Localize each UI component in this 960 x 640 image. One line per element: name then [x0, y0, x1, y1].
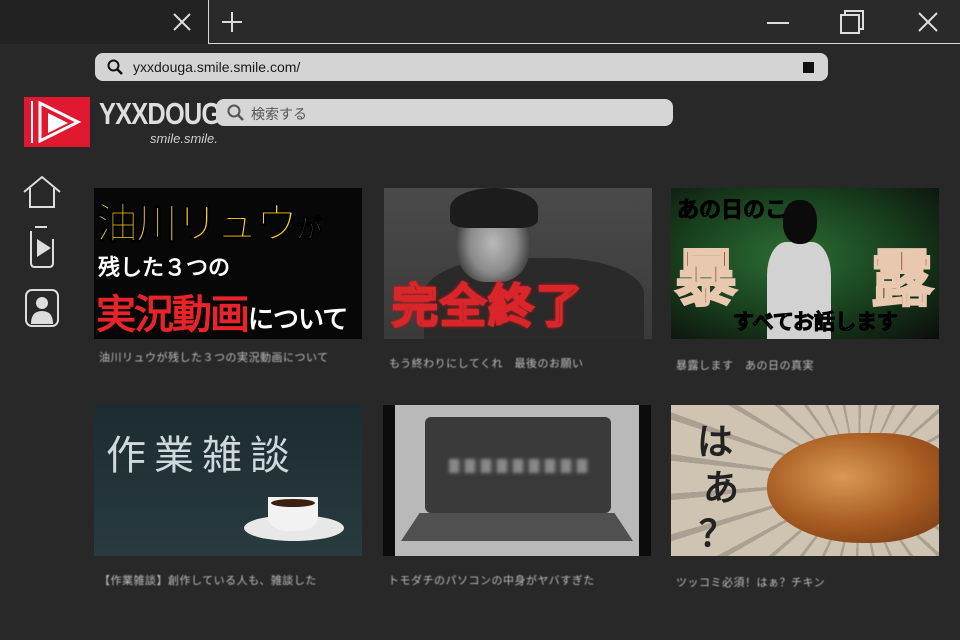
sidebar-clip-button[interactable] — [22, 226, 62, 268]
video-thumbnail[interactable]: 作業雑談 — [94, 405, 362, 556]
video-thumbnail[interactable] — [383, 405, 651, 556]
search-icon — [227, 104, 244, 121]
video-title[interactable]: トモダチのパソコンの中身がヤバすぎた — [383, 572, 651, 588]
plus-icon — [222, 12, 242, 32]
video-card[interactable]: 油川リュウが 残した３つの 実況動画について 油川リュウが残した３つの実況動画に… — [94, 188, 362, 365]
address-bar[interactable]: yxxdouga.smile.smile.com/ — [95, 53, 828, 81]
tab-divider — [209, 43, 960, 44]
video-title[interactable]: もう終わりにしてくれ 最後のお願い — [384, 355, 652, 371]
video-title[interactable]: 暴露します あの日の真実 — [671, 357, 939, 373]
restore-button[interactable] — [830, 0, 874, 44]
url-text[interactable]: yxxdouga.smile.smile.com/ — [133, 59, 300, 75]
user-icon — [25, 289, 59, 327]
sidebar-home-button[interactable] — [22, 172, 62, 212]
active-tab[interactable] — [0, 0, 209, 44]
close-window-button[interactable] — [906, 0, 950, 44]
video-title[interactable]: 【作業雑談】創作している人も、雑談した — [94, 572, 362, 588]
minimize-icon — [767, 22, 789, 24]
video-title[interactable]: ツッコミ必須！はぁ？チキン — [671, 574, 939, 590]
close-icon — [173, 13, 191, 31]
close-icon — [918, 12, 938, 32]
video-thumbnail[interactable]: は あ ？ — [671, 405, 939, 556]
video-card[interactable]: 完全終了 もう終わりにしてくれ 最後のお願い — [384, 188, 652, 371]
site-brand-sub: smile.smile. — [150, 131, 218, 146]
tab-bar — [0, 0, 960, 44]
site-logo[interactable] — [24, 97, 90, 147]
video-card[interactable]: 作業雑談 【作業雑談】創作している人も、雑談した — [94, 405, 362, 588]
minimize-button[interactable] — [756, 0, 800, 44]
video-thumbnail[interactable]: 暴 露 あの日のこ すべてお話します — [671, 188, 939, 339]
stop-icon[interactable] — [803, 62, 814, 73]
video-title[interactable]: 油川リュウが残した３つの実況動画について — [94, 349, 362, 365]
new-tab-button[interactable] — [210, 0, 254, 44]
search-placeholder: 検索する — [251, 107, 307, 123]
site-search-input[interactable]: 検索する — [216, 99, 673, 126]
search-icon — [107, 59, 123, 75]
home-icon — [23, 175, 61, 208]
video-card[interactable]: 暴 露 あの日のこ すべてお話します 暴露します あの日の真実 — [671, 188, 939, 373]
video-thumbnail[interactable]: 完全終了 — [384, 188, 652, 339]
video-card[interactable]: は あ ？ ツッコミ必須！はぁ？チキン — [671, 405, 939, 590]
logo-icon — [31, 100, 82, 144]
clip-icon — [30, 226, 54, 268]
close-tab-button[interactable] — [160, 0, 204, 44]
restore-icon — [840, 10, 864, 34]
video-thumbnail[interactable]: 油川リュウが 残した３つの 実況動画について — [94, 188, 362, 339]
sidebar-user-button[interactable] — [22, 288, 62, 328]
video-card[interactable]: トモダチのパソコンの中身がヤバすぎた — [383, 405, 651, 588]
